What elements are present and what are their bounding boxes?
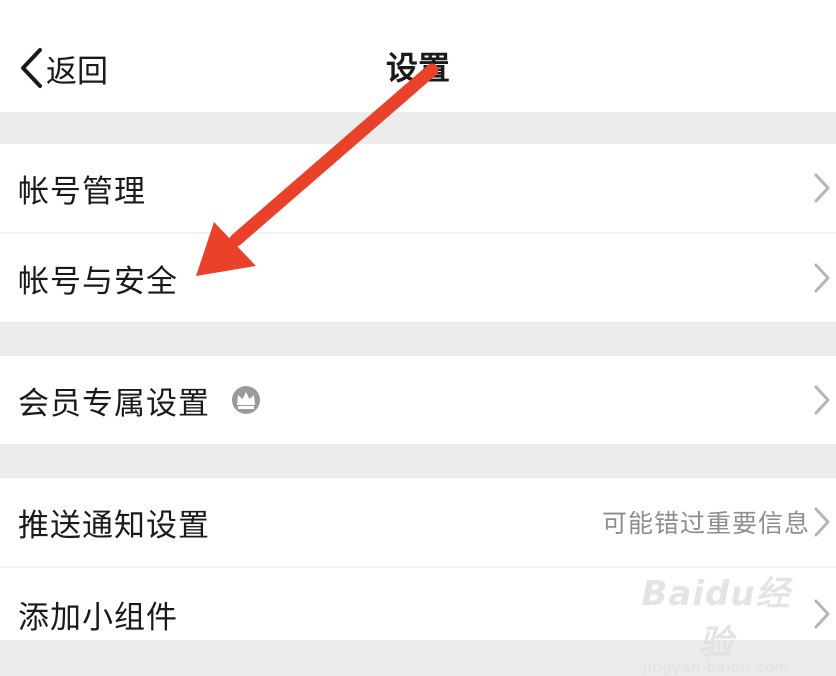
chevron-right-icon xyxy=(814,599,830,629)
navigation-bar: 返回 设置 xyxy=(0,0,836,112)
settings-item-label: 会员专属设置 xyxy=(18,385,210,422)
settings-item-label: 帐号管理 xyxy=(18,173,146,210)
chevron-right-icon xyxy=(814,173,830,203)
watermark-url: jingyan.baidu.com xyxy=(642,660,790,676)
settings-item-account-management[interactable]: 帐号管理 xyxy=(0,144,836,232)
chevron-right-icon xyxy=(814,385,830,415)
chevron-right-icon xyxy=(814,507,830,537)
settings-item-account-security[interactable]: 帐号与安全 xyxy=(0,234,836,322)
settings-item-add-widget[interactable]: 添加小组件 xyxy=(0,568,836,640)
page-title: 设置 xyxy=(385,49,450,87)
settings-item-label: 添加小组件 xyxy=(18,600,178,636)
settings-item-member-settings[interactable]: 会员专属设置 xyxy=(0,356,836,444)
chevron-right-icon xyxy=(814,263,830,293)
settings-item-label: 推送通知设置 xyxy=(18,507,210,544)
settings-item-label: 帐号与安全 xyxy=(18,263,178,300)
settings-item-hint: 可能错过重要信息 xyxy=(601,509,810,538)
settings-item-push-notifications[interactable]: 推送通知设置 可能错过重要信息 xyxy=(0,478,836,566)
crown-icon xyxy=(230,385,262,415)
